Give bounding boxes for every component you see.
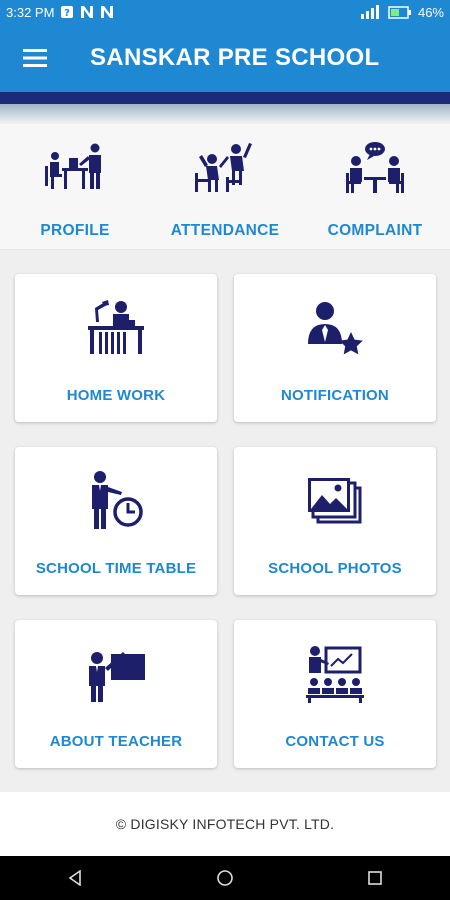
- teacher-board-icon: [89, 652, 145, 702]
- quick-action-label: COMPLAINT: [327, 222, 423, 239]
- classroom-presentation-icon: [306, 646, 364, 703]
- quick-action-attendance[interactable]: ATTENDANCE: [150, 124, 300, 250]
- menu-button[interactable]: [0, 24, 70, 92]
- card-label: SCHOOL TIME TABLE: [35, 560, 197, 577]
- hamburger-icon: [23, 49, 47, 67]
- card-contact-us[interactable]: CONTACT US: [234, 620, 436, 768]
- recents-icon: [368, 871, 382, 885]
- status-bar: 3:32 PM ? 46%: [0, 0, 450, 24]
- nav-recents-button[interactable]: [345, 856, 405, 900]
- sim-icon: ?: [61, 6, 74, 19]
- svg-text:?: ?: [65, 8, 71, 19]
- card-home-work[interactable]: HOME WORK: [15, 274, 217, 422]
- home-icon: [217, 870, 233, 886]
- quick-action-profile[interactable]: PROFILE: [0, 124, 150, 250]
- signal-icon: [360, 5, 379, 19]
- user-star-icon: [308, 302, 363, 355]
- photo-gallery-icon: [308, 478, 362, 524]
- copyright-text: © DIGISKY INFOTECH PVT. LTD.: [115, 816, 335, 832]
- app-title: SANSKAR PRE SCHOOL: [90, 44, 380, 71]
- quick-action-label: PROFILE: [40, 222, 110, 239]
- teacher-clock-icon: [92, 471, 143, 529]
- quick-action-label: ATTENDANCE: [170, 222, 280, 239]
- quick-action-complaint[interactable]: COMPLAINT: [300, 124, 450, 250]
- battery-icon: [388, 5, 411, 19]
- banner-image: [0, 92, 450, 122]
- nav-home-button[interactable]: [195, 856, 255, 900]
- card-label: NOTIFICATION: [281, 387, 389, 404]
- homework-desk-icon: [88, 300, 144, 354]
- card-label: ABOUT TEACHER: [49, 733, 183, 750]
- app-bar: SANSKAR PRE SCHOOL: [0, 24, 450, 92]
- profile-desk-icon: [45, 143, 101, 189]
- nav-back-button[interactable]: [45, 856, 105, 900]
- n-icon: [81, 6, 94, 18]
- complaint-discussion-icon: [346, 142, 404, 193]
- card-notification[interactable]: NOTIFICATION: [234, 274, 436, 422]
- footer: © DIGISKY INFOTECH PVT. LTD.: [0, 792, 450, 856]
- card-about-teacher[interactable]: ABOUT TEACHER: [15, 620, 217, 768]
- card-label: CONTACT US: [285, 733, 385, 750]
- card-school-time-table[interactable]: SCHOOL TIME TABLE: [15, 447, 217, 595]
- n-icon: [101, 6, 114, 18]
- quick-actions: PROFILE ATTENDANCE COMPLAINT: [0, 124, 450, 250]
- card-label: SCHOOL PHOTOS: [268, 560, 402, 577]
- attendance-raise-hand-icon: [195, 143, 252, 192]
- status-time: 3:32 PM: [6, 4, 55, 20]
- system-nav-bar: [0, 856, 450, 900]
- battery-percent: 46%: [417, 4, 444, 20]
- back-icon: [68, 870, 81, 886]
- card-label: HOME WORK: [66, 387, 166, 404]
- card-school-photos[interactable]: SCHOOL PHOTOS: [234, 447, 436, 595]
